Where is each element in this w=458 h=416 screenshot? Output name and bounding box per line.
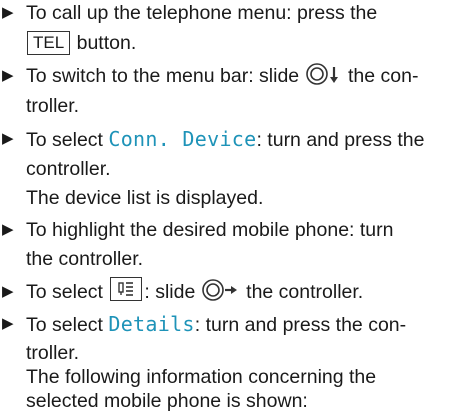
bullet-arrow-icon: ▶ — [2, 67, 14, 84]
step-2-suffix: the con- — [342, 65, 419, 87]
step-6-suffix: : turn and press the con- — [194, 314, 407, 336]
menu-item-conn-device: Conn. Device — [108, 127, 257, 151]
phone-details-key-icon — [110, 277, 143, 301]
bullet-arrow-icon: ▶ — [2, 130, 14, 147]
step-5-prefix: To select — [26, 281, 109, 303]
bullet-arrow-icon: ▶ — [2, 221, 14, 238]
bullet-arrow-icon: ▶ — [2, 4, 14, 21]
step-6-prefix: To select — [26, 314, 109, 336]
step-5-suffix: the controller. — [240, 281, 364, 303]
step-3-suffix: : turn and press the — [256, 129, 425, 151]
step-4-text: To highlight the desired mobile phone: t… — [26, 219, 394, 241]
controller-slide-down-icon — [305, 62, 342, 95]
step-5-middle: : slide — [144, 281, 201, 303]
step-3-prefix: To select — [26, 129, 109, 151]
controller-slide-right-icon — [201, 278, 240, 311]
step-1-suffix: button. — [71, 32, 137, 54]
manual-page: ▶ To call up the telephone menu: press t… — [0, 0, 458, 412]
bullet-arrow-icon: ▶ — [2, 283, 14, 300]
step-3-result-text: The device list is displayed. — [26, 187, 264, 209]
tel-key-label: TEL — [27, 31, 71, 55]
step-2-prefix: To switch to the menu bar: slide — [26, 65, 305, 87]
step-4-text-2: the controller. — [26, 248, 144, 270]
step-3-text-2: controller. — [26, 158, 111, 180]
step-6-result-text-2: selected mobile phone is shown: — [26, 390, 308, 412]
step-2-text-2: troller. — [26, 95, 80, 117]
menu-item-details: Details — [108, 312, 195, 336]
bullet-arrow-icon: ▶ — [2, 315, 14, 332]
step-1-text: To call up the telephone menu: press the — [26, 2, 378, 24]
